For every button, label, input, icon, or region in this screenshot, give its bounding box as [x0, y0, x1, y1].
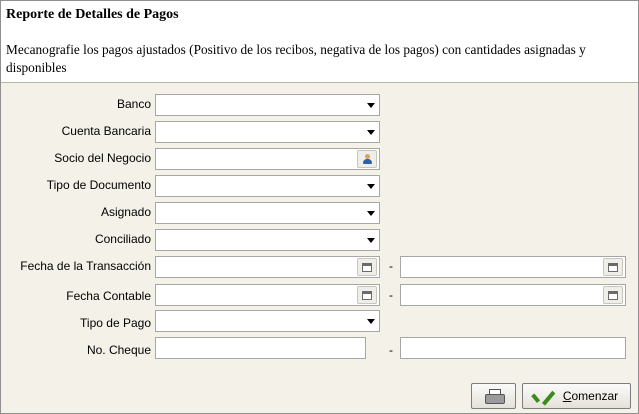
tipo-pago-label: Tipo de Pago: [80, 316, 151, 330]
fecha-transaccion-label: Fecha de la Transacción: [20, 259, 151, 273]
chevron-down-icon[interactable]: [363, 95, 379, 115]
calendar-icon: [362, 290, 372, 300]
tipo-documento-select[interactable]: [155, 175, 380, 197]
range-separator: -: [389, 288, 393, 302]
banco-select[interactable]: [155, 94, 380, 116]
banco-label: Banco: [116, 97, 151, 111]
chevron-down-icon[interactable]: [363, 122, 379, 142]
calendar-button[interactable]: [357, 258, 377, 276]
fecha-transaccion-from-field[interactable]: [155, 256, 380, 278]
cuenta-bancaria-select[interactable]: [155, 121, 380, 143]
fecha-contable-label: Fecha Contable: [66, 289, 151, 303]
chevron-down-icon[interactable]: [363, 230, 379, 250]
chevron-down-icon[interactable]: [363, 176, 379, 196]
calendar-button[interactable]: [357, 286, 377, 304]
calendar-icon: [608, 290, 618, 300]
tipo-pago-select[interactable]: [155, 310, 380, 332]
calendar-icon: [608, 262, 618, 272]
calendar-button[interactable]: [603, 286, 623, 304]
conciliado-select[interactable]: [155, 229, 380, 251]
socio-negocio-label: Socio del Negocio: [54, 151, 151, 165]
person-icon: [362, 154, 372, 164]
asignado-select[interactable]: [155, 202, 380, 224]
fecha-contable-from-field[interactable]: [155, 284, 380, 306]
conciliado-label: Conciliado: [94, 232, 151, 246]
business-partner-lookup-button[interactable]: [357, 150, 377, 168]
calendar-button[interactable]: [603, 258, 623, 276]
chevron-down-icon[interactable]: [363, 203, 379, 223]
checkmark-icon: [535, 389, 557, 403]
page-title: Reporte de Detalles de Pagos: [6, 7, 179, 22]
range-separator: -: [389, 343, 393, 357]
tipo-documento-label: Tipo de Documento: [46, 178, 151, 192]
fecha-transaccion-to-field[interactable]: [400, 256, 626, 278]
start-button[interactable]: Comenzar: [522, 383, 631, 409]
cuenta-bancaria-label: Cuenta Bancaria: [61, 124, 151, 138]
no-cheque-to-field[interactable]: [400, 337, 626, 359]
print-button[interactable]: [471, 383, 516, 409]
calendar-icon: [362, 262, 372, 272]
no-cheque-from-field[interactable]: [155, 337, 366, 359]
socio-negocio-field[interactable]: [155, 148, 380, 170]
start-button-label: Comenzar: [562, 389, 619, 403]
page-description: Mecanografie los pagos ajustados (Positi…: [6, 42, 586, 75]
dialog-header: Reporte de Detalles de Pagos Mecanografi…: [1, 1, 638, 83]
fecha-contable-to-field[interactable]: [400, 284, 626, 306]
asignado-label: Asignado: [100, 205, 151, 219]
no-cheque-label: No. Cheque: [86, 343, 151, 357]
range-separator: -: [389, 259, 393, 273]
chevron-down-icon[interactable]: [363, 311, 379, 331]
report-dialog: Reporte de Detalles de Pagos Mecanografi…: [0, 0, 639, 414]
printer-icon: [484, 389, 505, 404]
